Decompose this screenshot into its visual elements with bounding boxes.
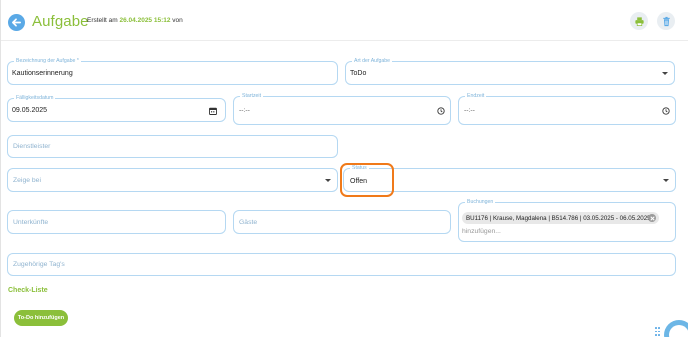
bookings-label: Buchungen [465, 199, 496, 206]
print-button[interactable] [630, 12, 648, 30]
tags-placeholder: Zugehörige Tag's [13, 261, 65, 268]
task-name-field[interactable]: Bezeichnung der Aufgabe * Kautionserinne… [7, 58, 338, 85]
accommodations-placeholder: Unterkünfte [13, 219, 49, 226]
due-date-field[interactable]: Fälligkeitsdatum 09.05.2025 [7, 95, 226, 122]
chevron-down-icon [663, 179, 669, 182]
task-name-label: Bezeichnung der Aufgabe * [14, 58, 81, 65]
created-prefix: Erstellt am [87, 17, 118, 24]
add-todo-button[interactable]: To-Do hinzufügen [14, 310, 68, 326]
end-time-field[interactable]: Endzeit --:-- [458, 93, 676, 125]
chat-button[interactable] [664, 320, 688, 337]
booking-chip-label: BU1176 | Krause, Magdalena | B514.786 | … [466, 214, 651, 222]
clock-icon[interactable] [662, 107, 670, 115]
close-circle-icon[interactable] [648, 214, 656, 222]
end-time-value: --:-- [464, 107, 475, 114]
task-type-select[interactable]: Art der Aufgabe ToDo [345, 58, 675, 85]
service-provider-placeholder: Dienstleister [13, 143, 51, 150]
trash-icon [662, 16, 670, 26]
created-info: Erstellt am 26.04.2025 15:12 von [87, 17, 183, 24]
chat-icon [669, 325, 688, 337]
guests-placeholder: Gäste [239, 219, 258, 226]
task-type-label: Art der Aufgabe [352, 58, 393, 65]
task-page: Aufgabe Erstellt am 26.04.2025 15:12 von… [0, 0, 688, 337]
bookings-add-placeholder[interactable]: hinzufügen... [462, 228, 501, 235]
arrow-left-icon [12, 18, 21, 27]
show-at-select[interactable]: Zeige bei [7, 168, 338, 192]
printer-icon [634, 16, 644, 26]
task-name-value: Kautionserinnerung [12, 70, 73, 77]
drag-handle-icon[interactable] [655, 326, 660, 337]
checklist-title: Check-Liste [8, 287, 48, 294]
end-time-label: Endzeit [465, 93, 487, 100]
accommodations-field[interactable]: Unterkünfte [7, 210, 226, 234]
due-date-value: 09.05.2025 [12, 107, 48, 114]
page-title: Aufgabe [32, 13, 89, 30]
status-highlight-box [340, 163, 394, 197]
delete-button[interactable] [657, 12, 675, 30]
chevron-down-icon [662, 72, 668, 75]
due-date-label: Fälligkeitsdatum [14, 95, 56, 102]
chevron-down-icon [325, 179, 331, 182]
booking-chip[interactable]: BU1176 | Krause, Magdalena | B514.786 | … [462, 212, 659, 224]
created-suffix: von [172, 17, 183, 24]
clock-icon[interactable] [437, 107, 445, 115]
guests-field[interactable]: Gäste [233, 210, 451, 234]
start-time-field[interactable]: Startzeit --:-- [233, 93, 451, 125]
start-time-label: Startzeit [240, 93, 264, 100]
task-type-value: ToDo [350, 70, 367, 77]
start-time-value: --:-- [239, 107, 250, 114]
show-at-placeholder: Zeige bei [13, 177, 41, 184]
service-provider-field[interactable]: Dienstleister [7, 135, 338, 158]
calendar-icon[interactable] [209, 107, 217, 115]
back-button[interactable] [8, 14, 25, 31]
created-date: 26.04.2025 15:12 [119, 17, 171, 24]
tags-field[interactable]: Zugehörige Tag's [7, 253, 676, 276]
header-divider [1, 40, 688, 41]
